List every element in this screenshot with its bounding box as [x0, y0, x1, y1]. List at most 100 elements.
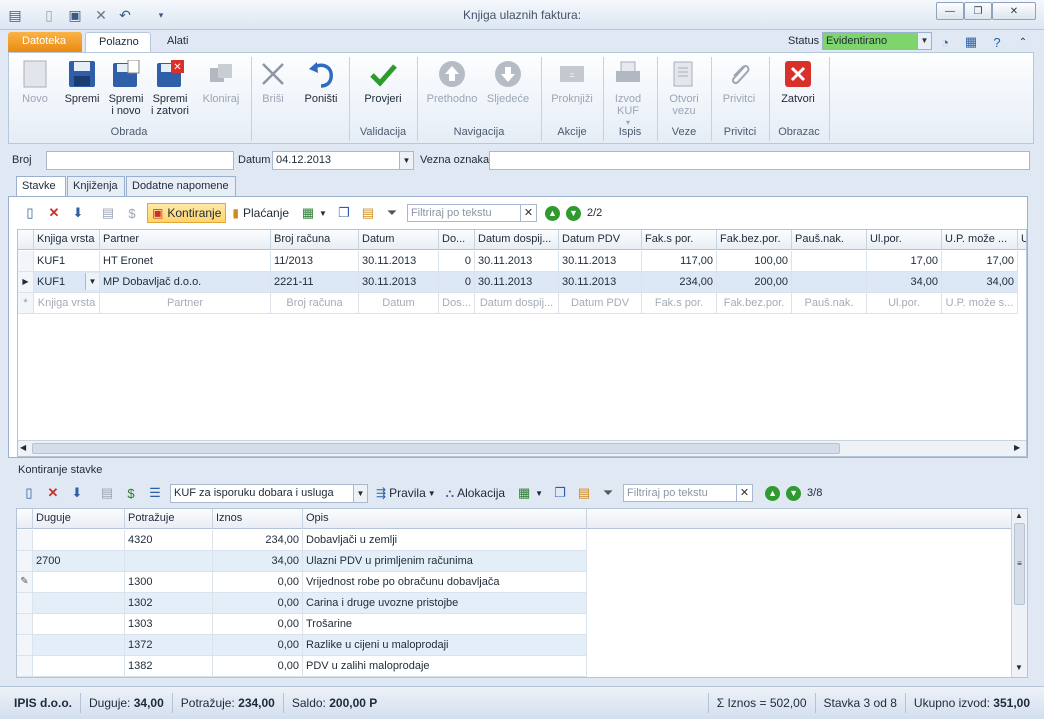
tab-stavke[interactable]: Stavke — [16, 176, 66, 197]
table-cell[interactable] — [33, 635, 125, 655]
table-cell[interactable]: 1303 — [125, 614, 213, 634]
previous-record-icon[interactable]: ▲ — [544, 205, 560, 221]
table-cell[interactable]: Razlike u cijeni u maloprodaji — [303, 635, 587, 655]
vezna-oznaka-field[interactable] — [489, 151, 1030, 170]
spremi-button[interactable]: Spremi — [61, 59, 103, 105]
scroll-right-icon[interactable]: ▶ — [1014, 443, 1020, 452]
close-window-button[interactable]: ✕ — [992, 2, 1036, 20]
table-row-selected[interactable]: ▶ KUF1 ▼ MP Dobavljač d.o.o. 2221-11 30.1… — [18, 272, 1018, 293]
new-row-icon[interactable]: ▯ — [21, 204, 39, 222]
clear-filter-icon[interactable]: ✕ — [519, 205, 536, 221]
kloniraj-button[interactable]: Kloniraj — [199, 59, 243, 105]
column-header[interactable]: Datum — [359, 230, 439, 250]
table-cell[interactable]: 0,00 — [213, 593, 303, 613]
table-cell[interactable] — [33, 530, 125, 550]
scrollbar-thumb[interactable] — [32, 443, 840, 454]
chevron-down-icon[interactable]: ▼ — [917, 33, 931, 49]
maximize-button[interactable]: ❐ — [964, 2, 992, 20]
table-cell[interactable] — [33, 656, 125, 676]
new-row[interactable]: * Knjiga vrsta Partner Broj računa Datum… — [18, 293, 1018, 314]
clear-filter-icon[interactable]: ✕ — [736, 485, 752, 501]
column-header[interactable]: Knjiga vrsta — [34, 230, 100, 250]
filter-input[interactable]: Filtriraj po tekstu ✕ — [623, 484, 754, 502]
calculator-icon[interactable]: ▦ — [962, 34, 980, 50]
table-cell[interactable] — [125, 551, 213, 571]
table-row[interactable]: 4320 234,00 Dobavljači u zemlji — [17, 530, 587, 551]
column-header[interactable]: Do... — [439, 230, 475, 250]
copy-icon[interactable]: ❐ — [551, 484, 569, 502]
provjeri-button[interactable]: Provjeri — [359, 59, 407, 105]
table-cell[interactable]: Dobavljači u zemlji — [303, 530, 587, 550]
table-row[interactable]: 2700 34,00 Ulazni PDV u primljenim računim… — [17, 551, 587, 572]
table-row[interactable]: 1382 0,00 PDV u zalihi maloprodaje — [17, 656, 587, 677]
chevron-down-icon[interactable]: ▼ — [535, 489, 543, 498]
horizontal-scrollbar[interactable]: ◀ ▶ — [18, 440, 1026, 456]
broj-field[interactable] — [46, 151, 234, 170]
brisi-button[interactable]: Briši — [255, 59, 291, 105]
column-header[interactable]: Partner — [100, 230, 271, 250]
izvod-kuf-button[interactable]: Izvod KUF ▾ — [607, 59, 649, 129]
column-header[interactable]: Fak.s por. — [642, 230, 717, 250]
filter-icon[interactable]: ⏷ — [599, 484, 617, 502]
table-cell[interactable]: PDV u zalihi maloprodaje — [303, 656, 587, 676]
filter-icon[interactable]: ⏷ — [383, 204, 401, 222]
table-cell[interactable]: 1382 — [125, 656, 213, 676]
kontiranje-button[interactable]: ▣ Kontiranje — [147, 203, 227, 223]
table-cell[interactable]: 1300 — [125, 572, 213, 592]
tab-dodatne-napomene[interactable]: Dodatne napomene — [126, 176, 236, 196]
table-cell[interactable] — [33, 593, 125, 613]
scroll-down-icon[interactable]: ▼ — [1015, 663, 1023, 672]
column-header[interactable]: Fak.bez.por. — [717, 230, 792, 250]
chevron-down-icon[interactable]: ▼ — [399, 152, 413, 169]
table-cell[interactable] — [33, 572, 125, 592]
print-icon[interactable]: ▤ — [98, 484, 116, 502]
previous-record-icon[interactable]: ▲ — [765, 485, 781, 501]
tab-alati[interactable]: Alati — [155, 32, 205, 52]
spremi-i-zatvori-button[interactable]: ✕ Spremi i zatvori — [149, 59, 191, 117]
zatvori-button[interactable]: Zatvori — [773, 59, 823, 105]
prethodno-button[interactable]: Prethodno — [423, 59, 481, 105]
table-cell[interactable]: 4320 — [125, 530, 213, 550]
otvori-vezu-button[interactable]: Otvori vezu — [663, 59, 705, 117]
tab-datoteka[interactable]: Datoteka — [8, 32, 82, 52]
column-header[interactable]: Duguje — [33, 509, 125, 529]
clock-icon[interactable]: ◔ — [936, 34, 954, 50]
help-icon[interactable]: ? — [988, 34, 1006, 50]
ponisti-button[interactable]: Poništi — [301, 59, 341, 105]
print-icon[interactable]: ▤ — [99, 204, 117, 222]
column-header[interactable]: Ul.por. — [867, 230, 942, 250]
table-cell[interactable]: 2700 — [33, 551, 125, 571]
sljedece-button[interactable]: Sljedeće — [483, 59, 533, 105]
chevron-down-icon[interactable]: ▼ — [319, 209, 327, 218]
privitci-button[interactable]: Privitci — [715, 59, 763, 105]
paste-icon[interactable]: ▤ — [359, 204, 377, 222]
edit-row-icon[interactable]: ⬇ — [68, 484, 86, 502]
column-header[interactable]: Broj računa — [271, 230, 359, 250]
table-cell[interactable]: 0,00 — [213, 572, 303, 592]
delete-row-icon[interactable]: ✕ — [45, 204, 63, 222]
status-combo[interactable]: Evidentirano ▼ — [822, 32, 932, 50]
placanje-button[interactable]: ▮ Plaćanje — [232, 206, 289, 220]
filter-input[interactable]: Filtriraj po tekstu ✕ — [406, 204, 537, 222]
column-header[interactable]: Opis — [303, 509, 587, 529]
minimize-button[interactable]: — — [936, 2, 964, 20]
scroll-left-icon[interactable]: ◀ — [20, 443, 26, 452]
column-header[interactable]: Pauš.nak. — [792, 230, 867, 250]
table-row[interactable]: 1372 0,00 Razlike u cijeni u maloprodaji — [17, 635, 587, 656]
vertical-scrollbar[interactable]: ▲ ≡ ▼ — [1011, 509, 1027, 677]
next-record-icon[interactable]: ▼ — [565, 205, 581, 221]
delete-row-icon[interactable]: ✕ — [44, 484, 62, 502]
edit-row-icon[interactable]: ⬇ — [69, 204, 87, 222]
copy-icon[interactable]: ❐ — [335, 204, 353, 222]
proknjizi-button[interactable]: = Proknjiži — [547, 59, 597, 105]
excel-export-icon[interactable]: ▦ — [299, 204, 317, 222]
table-cell[interactable]: 1302 — [125, 593, 213, 613]
table-cell[interactable]: 1372 — [125, 635, 213, 655]
datum-field[interactable]: 04.12.2013 ▼ — [272, 151, 414, 170]
column-header[interactable]: Datum PDV — [559, 230, 642, 250]
table-row[interactable]: 1303 0,00 Trošarine — [17, 614, 587, 635]
table-cell[interactable]: 0,00 — [213, 656, 303, 676]
table-row[interactable]: 1302 0,00 Carina i druge uvozne pristojbe — [17, 593, 587, 614]
next-record-icon[interactable]: ▼ — [786, 485, 802, 501]
money-icon[interactable]: $ — [122, 484, 140, 502]
